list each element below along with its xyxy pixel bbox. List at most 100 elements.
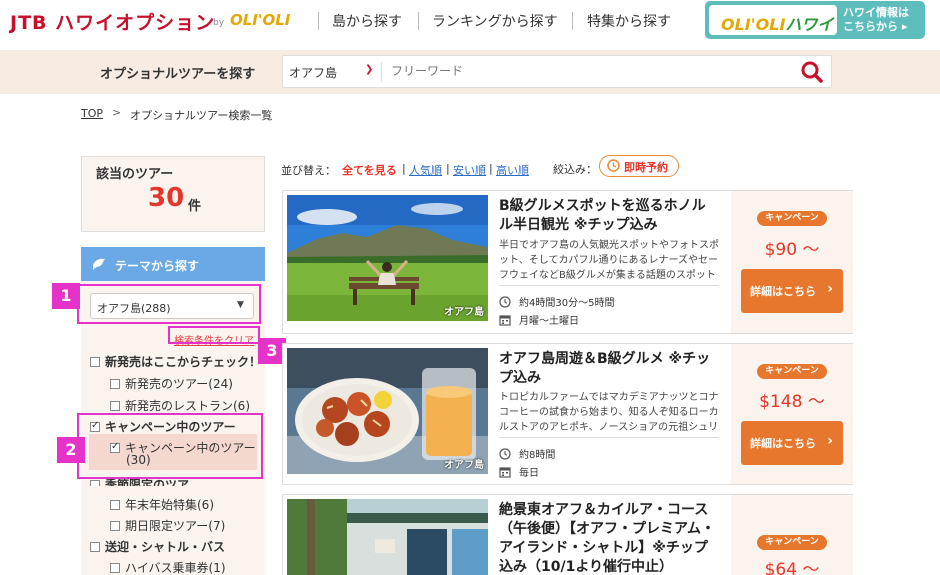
tour-count-box: 該当のツアー 30 件 [81,156,265,232]
filter-label: 期日限定ツアー(7) [125,519,226,533]
chevron-right-icon: › [827,433,833,449]
campaign-badge: キャンペーン [757,535,827,550]
filter-label: 新発売のレストラン(6) [125,399,250,413]
filter-label: 新発売のツアー(24) [125,377,233,391]
tour-title[interactable]: B級グルメスポットを巡るホノルル半日観光 ※チップ込み [499,197,719,235]
theme-search-header[interactable]: テーマから探す [81,247,265,281]
tour-photo-image [287,499,488,575]
filter-new-year[interactable]: 年末年始特集(6) [110,496,214,513]
callout-box-3 [168,326,260,344]
card-divider [499,285,719,286]
checkbox[interactable] [110,563,120,573]
jtb-logo[interactable]: JTB ハワイオプション [10,8,215,35]
banner-text-line1: ハワイ情報は [843,6,909,19]
nav-divider [572,12,573,30]
checkbox[interactable] [110,500,120,510]
tour-photo[interactable]: オアフ島 [287,348,488,474]
nav-divider [318,12,319,30]
banner-logo: OLI'OLIハワイ [721,15,834,34]
theme-search-label: テーマから探す [115,259,200,273]
checkbox[interactable] [110,379,120,389]
tour-duration: 約4時間30分～5時間 [499,294,614,309]
banner-logo-panel: OLI'OLIハワイ [709,5,837,35]
tour-duration-text: 約4時間30分～5時間 [519,298,615,309]
filter-label: 送迎・シャトル・バス [105,540,226,554]
search-title: オプショナルツアーを探す [100,67,256,82]
chevron-down-icon[interactable]: ❯ [365,64,373,75]
filter-limited[interactable]: 期日限定ツアー(7) [110,517,225,534]
search-bar: オプショナルツアーを探す オアフ島 ❯ [0,50,940,94]
tour-price: $148 ～ [759,392,825,412]
search-icon[interactable] [799,59,825,85]
nav-ranking-search[interactable]: ランキングから探す [432,11,558,31]
tour-photo[interactable] [287,499,488,575]
sort-divider: | [402,162,406,175]
checkbox[interactable] [110,401,120,411]
tour-photo[interactable]: オアフ島 [287,195,488,321]
free-word-input[interactable] [391,64,771,78]
banner-text: ハワイ情報は こちらから ▸ [843,6,909,34]
tour-price: $64 ～ [764,560,820,575]
detail-button-label: 詳細はこちら [750,285,816,298]
tour-count-unit: 件 [188,199,202,214]
calendar-icon [499,315,511,326]
card-divider [499,437,719,438]
tour-count-label: 該当のツアー [96,167,174,182]
chevron-right-icon: › [827,281,833,297]
breadcrumb-chevron-icon: > [112,106,122,119]
sort-popular[interactable]: 人気順 [409,162,442,178]
campaign-badge: キャンペーン [757,364,827,379]
tour-card[interactable]: 絶景東オアフ＆カイルア・コース（午後便）【オアフ・プレミアム・アイランド・シャト… [282,494,853,575]
filter-new-tours[interactable]: 新発売のツアー(24) [110,375,233,392]
clock-icon [499,448,511,460]
filter-new-group[interactable]: 新発売はここからチェック！ [90,353,261,370]
breadcrumb-top[interactable]: TOP [81,107,103,120]
sort-all[interactable]: 全てを見る [342,162,397,178]
checkbox[interactable] [90,542,100,552]
calendar-icon [499,467,511,478]
tour-days: 月曜～土曜日 [499,312,579,327]
detail-button[interactable]: 詳細はこちら › [741,421,843,465]
banner-text-line2: こちらから ▸ [843,20,908,33]
nav-feature-search[interactable]: 特集から探す [587,11,671,31]
filter-new-restaurants[interactable]: 新発売のレストラン(6) [110,397,250,414]
tour-description: 半日でオアフ島の人気観光スポットやフォトスポット、そしてカパフル通りにあるレナー… [499,240,719,281]
leaf-icon [93,258,105,270]
olioli-logo[interactable]: OLI'OLI [230,11,290,29]
tour-card[interactable]: オアフ島 オアフ島周遊＆B級グルメ ※チップ込み トロピカルファームではマカデミ… [282,343,853,485]
filter-label: 年末年始特集(6) [125,498,214,512]
filter-shuttle-group[interactable]: 送迎・シャトル・バス [90,538,225,555]
logo-by-text: by [213,18,225,28]
callout-number-2: 2 [57,437,85,463]
tour-duration: 約8時間 [499,446,555,461]
callout-box-2 [77,413,263,479]
filter-label: ハイバス乗車券(1) [125,561,226,575]
tour-duration-text: 約8時間 [519,450,556,461]
checkbox[interactable] [90,480,100,486]
sort-label: 並び替え： [281,164,336,177]
area-select[interactable]: オアフ島 [289,64,337,81]
olioli-hawaii-banner[interactable]: OLI'OLIハワイ ハワイ情報は こちらから ▸ [705,1,925,39]
filter-highbus[interactable]: ハイバス乗車券(1) [110,559,226,575]
tour-card[interactable]: オアフ島 B級グルメスポットを巡るホノルル半日観光 ※チップ込み 半日でオアフ島… [282,190,853,334]
tour-days-text: 毎日 [519,468,539,479]
campaign-badge: キャンペーン [757,211,827,226]
checkbox[interactable] [90,357,100,367]
sort-expensive[interactable]: 高い順 [496,162,529,178]
instant-booking-button[interactable]: 即時予約 [599,155,679,177]
filter-label: 新発売はここからチェック！ [105,355,262,369]
checkbox[interactable] [110,521,120,531]
detail-button-label: 詳細はこちら [750,437,816,450]
tour-days-text: 月曜～土曜日 [519,316,579,327]
callout-number-1: 1 [52,283,80,309]
sort-cheap[interactable]: 安い順 [453,162,486,178]
top-header: JTB ハワイオプション by OLI'OLI 島から探す ランキングから探す … [0,0,940,46]
detail-button[interactable]: 詳細はこちら › [741,269,843,313]
tour-title[interactable]: 絶景東オアフ＆カイルア・コース（午後便）【オアフ・プレミアム・アイランド・シャト… [499,501,719,575]
callout-box-1 [77,284,261,324]
nav-island-search[interactable]: 島から探す [332,11,402,31]
breadcrumb-current: オプショナルツアー検索一覧 [130,109,273,122]
nav-divider [418,12,419,30]
tour-title[interactable]: オアフ島周遊＆B級グルメ ※チップ込み [499,350,719,388]
clock-icon [499,296,511,308]
